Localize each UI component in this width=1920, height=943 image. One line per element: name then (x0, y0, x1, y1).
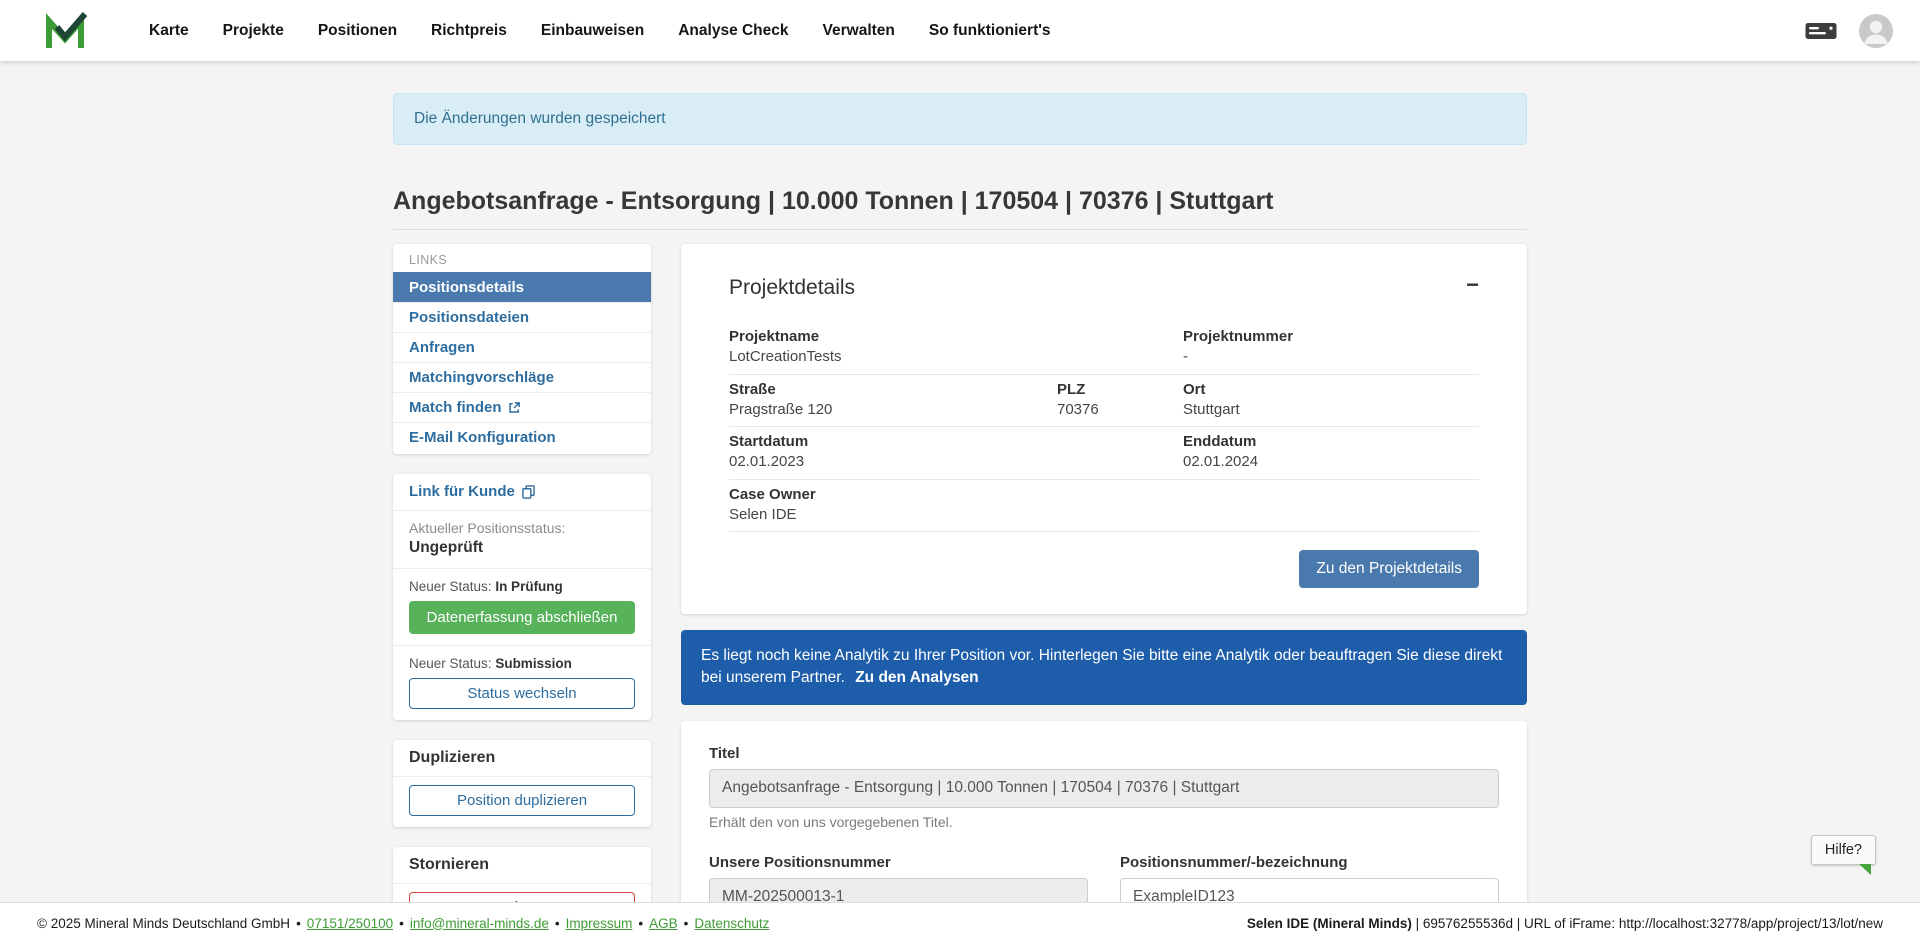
hilfe-button[interactable]: Hilfe? (1811, 835, 1876, 865)
top-navbar: Karte Projekte Positionen Richtpreis Ein… (0, 0, 1920, 61)
nav-einbauweisen[interactable]: Einbauweisen (526, 14, 659, 48)
project-fields: Projektname LotCreationTests Projektnumm… (729, 322, 1479, 532)
ort-label: Ort (1183, 381, 1479, 398)
current-status-value: Ungeprüft (409, 539, 635, 557)
footer-left: © 2025 Mineral Minds Deutschland GmbH • … (37, 916, 769, 931)
projektname-value: LotCreationTests (729, 348, 1057, 365)
projektnummer-value: - (1183, 348, 1479, 365)
startdatum-label: Startdatum (729, 433, 1057, 450)
position-duplizieren-button[interactable]: Position duplizieren (409, 785, 635, 816)
next-status-value-2: Submission (495, 656, 572, 671)
next-status-line-1: Neuer Status: In Prüfung (409, 579, 635, 594)
footer-iframe-url: URL of iFrame: http://localhost:32778/ap… (1524, 916, 1883, 931)
page-content: Die Änderungen wurden gespeichert Angebo… (393, 93, 1527, 943)
link-fuer-kunde-label: Link für Kunde (409, 483, 515, 500)
nav-analyse-check[interactable]: Analyse Check (663, 14, 803, 48)
footer-copyright: © 2025 Mineral Minds Deutschland GmbH (37, 916, 290, 931)
duplicate-title: Duplizieren (409, 749, 635, 767)
startdatum-value: 02.01.2023 (729, 453, 1057, 470)
plz-label: PLZ (1057, 381, 1183, 398)
strasse-value: Pragstraße 120 (729, 401, 1057, 418)
titel-input[interactable] (709, 769, 1499, 808)
footer-email-link[interactable]: info@mineral-minds.de (410, 916, 549, 931)
datenerfassung-abschliessen-button[interactable]: Datenerfassung abschließen (409, 601, 635, 634)
next-status-line-2: Neuer Status: Submission (409, 656, 635, 671)
sidebar-item-positionsdateien[interactable]: Positionsdateien (393, 302, 651, 332)
analytics-banner: Es liegt noch keine Analytik zu Ihrer Po… (681, 630, 1527, 705)
page-title: Angebotsanfrage - Entsorgung | 10.000 To… (393, 187, 1527, 230)
titel-label: Titel (709, 745, 1499, 762)
projektname-label: Projektname (729, 328, 1057, 345)
project-details-title: Projektdetails (729, 276, 1479, 300)
nav-richtpreis[interactable]: Richtpreis (416, 14, 522, 48)
titel-help: Erhält den von uns vorgegebenen Titel. (709, 814, 1499, 830)
ort-value: Stuttgart (1183, 401, 1479, 418)
footer-right: Selen IDE (Mineral Minds) | 69576255536d… (1247, 916, 1883, 931)
footer-agb-link[interactable]: AGB (649, 916, 678, 931)
user-avatar[interactable] (1858, 13, 1894, 49)
links-header: LINKS (393, 244, 651, 272)
copy-icon (522, 485, 535, 499)
sidebar-item-match-finden[interactable]: Match finden (393, 392, 651, 422)
current-status-label: Aktueller Positionsstatus: (409, 520, 635, 536)
success-alert: Die Änderungen wurden gespeichert (393, 93, 1527, 145)
analytics-banner-text: Es liegt noch keine Analytik zu Ihrer Po… (701, 647, 1502, 686)
main-column: Projektdetails − Projektname LotCreation… (681, 244, 1527, 943)
nav-projekte[interactable]: Projekte (208, 14, 299, 48)
sidebar-item-matchingvorschlaege[interactable]: Matchingvorschläge (393, 362, 651, 392)
cancel-title: Stornieren (409, 856, 635, 874)
external-link-icon (508, 401, 521, 414)
footer: © 2025 Mineral Minds Deutschland GmbH • … (0, 902, 1920, 943)
next-status-value-1: In Prüfung (495, 579, 563, 594)
positionsnummer-bezeichnung-label: Positionsnummer/-bezeichnung (1120, 854, 1499, 871)
zu-den-analysen-link[interactable]: Zu den Analysen (855, 669, 978, 686)
link-fuer-kunde[interactable]: Link für Kunde (409, 483, 535, 500)
mineral-minds-logo[interactable] (44, 12, 88, 50)
footer-session-id: 69576255536d (1423, 916, 1513, 931)
status-wechseln-button[interactable]: Status wechseln (409, 678, 635, 709)
main-nav: Karte Projekte Positionen Richtpreis Ein… (134, 14, 1066, 48)
navbar-right (1804, 13, 1894, 49)
nav-so-funktionierts[interactable]: So funktioniert's (914, 14, 1066, 48)
zu-den-projektdetails-button[interactable]: Zu den Projektdetails (1299, 550, 1479, 588)
duplicate-card: Duplizieren Position duplizieren (393, 740, 651, 827)
footer-impressum-link[interactable]: Impressum (566, 916, 633, 931)
sidebar-item-anfragen[interactable]: Anfragen (393, 332, 651, 362)
enddatum-label: Enddatum (1183, 433, 1479, 450)
case-owner-value: Selen IDE (729, 506, 1057, 523)
footer-user: Selen IDE (Mineral Minds) (1247, 916, 1412, 931)
sidebar-links-card: LINKS Positionsdetails Positionsdateien … (393, 244, 651, 454)
collapse-icon[interactable]: − (1466, 274, 1479, 296)
case-owner-label: Case Owner (729, 486, 1057, 503)
nav-verwalten[interactable]: Verwalten (808, 14, 910, 48)
unsere-positionsnummer-label: Unsere Positionsnummer (709, 854, 1088, 871)
footer-phone-link[interactable]: 07151/250100 (307, 916, 393, 931)
strasse-label: Straße (729, 381, 1057, 398)
project-details-card: Projektdetails − Projektname LotCreation… (681, 244, 1527, 614)
match-finden-label: Match finden (409, 399, 502, 416)
sidebar: LINKS Positionsdetails Positionsdateien … (393, 244, 651, 934)
plz-value: 70376 (1057, 401, 1183, 418)
sidebar-item-email-konfiguration[interactable]: E-Mail Konfiguration (393, 422, 651, 452)
logo-icon (44, 12, 88, 50)
projektnummer-label: Projektnummer (1183, 328, 1479, 345)
sidebar-item-positionsdetails[interactable]: Positionsdetails (393, 272, 651, 302)
nav-karte[interactable]: Karte (134, 14, 204, 48)
status-card: Link für Kunde Aktueller Positionsstatus… (393, 474, 651, 720)
nav-positionen[interactable]: Positionen (303, 14, 412, 48)
enddatum-value: 02.01.2024 (1183, 453, 1479, 470)
footer-datenschutz-link[interactable]: Datenschutz (694, 916, 769, 931)
server-icon[interactable] (1804, 19, 1838, 43)
